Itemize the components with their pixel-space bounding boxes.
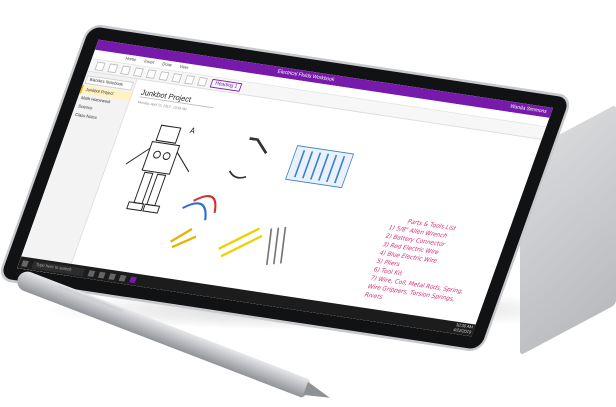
italic-button[interactable]: [132, 67, 144, 77]
taskbar-clock[interactable]: 10:30 AM 4/22/2019: [452, 322, 478, 336]
edge-browser-icon[interactable]: [98, 271, 106, 279]
undo-button[interactable]: [94, 61, 106, 72]
blue-wire-icon: [182, 202, 207, 221]
battery-connector-icon: [228, 170, 247, 179]
store-icon[interactable]: [118, 274, 127, 282]
tab-draw[interactable]: Draw: [161, 62, 172, 68]
product-photo: Electrical Fluids Workbook Wanda Simmons…: [0, 0, 616, 405]
bullets-button[interactable]: [184, 75, 196, 85]
parts-list-ink: Parts & Tools List 1) 5/8" Allen Wrench …: [363, 215, 497, 315]
task-view-icon[interactable]: [87, 269, 96, 277]
file-explorer-icon[interactable]: [108, 272, 117, 280]
windows-start-icon[interactable]: [21, 259, 29, 267]
tablet-screen: Electrical Fluids Workbook Wanda Simmons…: [17, 39, 553, 337]
pen-tip: [303, 381, 333, 405]
robot-sketch-and-tools: A: [125, 124, 355, 265]
tab-insert[interactable]: Insert: [143, 59, 155, 66]
onenote-taskbar-icon[interactable]: [129, 276, 137, 283]
yellow-rods-icon: [218, 227, 263, 258]
metal-rods-icon: [265, 226, 287, 265]
underline-button[interactable]: [145, 69, 157, 79]
allen-wrench-icon: [249, 137, 268, 155]
robot-label-a: A: [188, 126, 197, 136]
paste-button[interactable]: [107, 63, 119, 74]
pliers-icon: [170, 227, 197, 249]
tab-home[interactable]: Home: [125, 56, 137, 63]
robot-drawing: [125, 124, 190, 214]
highlight-button[interactable]: [158, 71, 170, 81]
font-color-button[interactable]: [171, 73, 183, 83]
tool-kit-icon: [285, 145, 355, 189]
bold-button[interactable]: [120, 65, 132, 76]
numbering-button[interactable]: [196, 77, 208, 87]
tab-view[interactable]: View: [179, 64, 189, 70]
